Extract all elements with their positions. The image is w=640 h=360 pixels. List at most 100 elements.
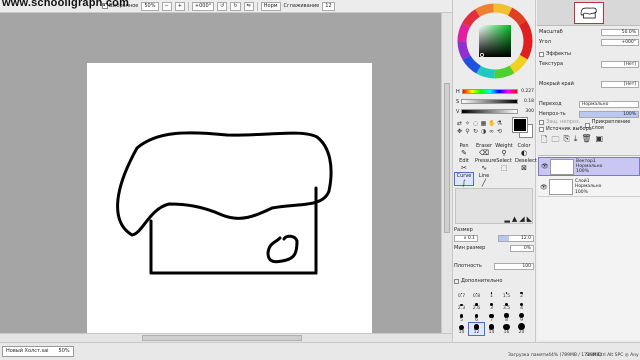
density-field[interactable]: 100 — [494, 262, 534, 270]
navigator-thumbnail[interactable] — [574, 2, 604, 24]
merge-icon[interactable]: ⤓ — [574, 134, 578, 148]
eyedropper-icon[interactable]: ⚗ — [496, 120, 503, 127]
tool-eraser[interactable]: Eraser ⌫ — [474, 142, 494, 157]
advanced-checkbox[interactable] — [454, 278, 459, 284]
zoom-in-button[interactable]: + — [174, 1, 185, 11]
min-size-field[interactable]: 0% — [510, 244, 534, 252]
tool-pressure[interactable]: Pressure ∿ — [474, 157, 496, 172]
blend-mode-row[interactable]: Переход Нормально — [539, 100, 639, 108]
wet-edge-row[interactable]: Мокрый край [Нет] — [539, 80, 639, 88]
advanced-toggle[interactable]: Дополнительно — [454, 277, 534, 285]
saturation-bar[interactable] — [461, 99, 519, 104]
rotate-left-button[interactable]: ↺ — [217, 1, 228, 11]
stabilizer-field[interactable]: 12 — [322, 1, 335, 11]
nav-arrow-icon[interactable]: ⟲ — [496, 128, 503, 135]
canvas-paper[interactable] — [87, 63, 372, 333]
brush-size-preset[interactable]: 2 — [514, 287, 529, 299]
brush-size-field[interactable]: 12.0 — [498, 234, 534, 242]
brush-size-preset[interactable]: 0.8 — [469, 287, 484, 299]
brush-size-preset[interactable]: 0.7 — [454, 287, 469, 299]
navigator-preview[interactable] — [537, 0, 640, 26]
bucket-icon[interactable]: ◑ — [480, 128, 487, 135]
horizontal-scrollbar[interactable] — [0, 333, 452, 342]
brush-size-preset[interactable]: 20 — [514, 323, 529, 335]
magic-wand-icon[interactable]: ✧ — [464, 120, 471, 127]
protect-opacity-checkbox[interactable] — [539, 119, 544, 125]
layer-item-layer1[interactable]: 👁 Слой1 Нормально 100% — [538, 178, 640, 197]
blend-mode-select[interactable]: Нормально — [579, 100, 639, 108]
brush-size-preset[interactable]: 16 — [499, 323, 514, 335]
hand-icon[interactable]: ✋ — [488, 120, 495, 127]
texture-field[interactable]: [Нет] — [601, 60, 639, 68]
shape-hard-icon[interactable]: ◣ — [527, 215, 532, 223]
effects-header[interactable]: Эффекты — [539, 51, 571, 57]
transparent-icon[interactable]: ▦ — [480, 120, 487, 127]
delete-layer-icon[interactable]: 🗑 — [581, 134, 591, 148]
angle-field-nav[interactable]: +000° — [601, 38, 639, 46]
hue-slider[interactable]: H 0.227 — [456, 88, 534, 95]
wet-edge-field[interactable]: [Нет] — [601, 80, 639, 88]
hue-bar[interactable] — [461, 89, 519, 94]
texture-row[interactable]: Текстура [Нет] — [539, 60, 639, 68]
brush-size-preset[interactable]: 5 — [454, 311, 469, 323]
brush-size-preset[interactable]: 1 — [484, 287, 499, 299]
rotate-right-button[interactable]: ↻ — [230, 1, 241, 11]
zoom-out-button[interactable]: − — [161, 1, 172, 11]
rotate-icon[interactable]: ↻ — [472, 128, 479, 135]
min-size-row[interactable]: Мин размер 0% — [454, 244, 534, 252]
new-folder-icon[interactable]: 🗀 — [551, 134, 559, 148]
swap-icon[interactable]: ⇄ — [456, 120, 463, 127]
brush-size-preset[interactable]: 1.5 — [499, 287, 514, 299]
horizontal-scroll-thumb[interactable] — [142, 335, 302, 341]
color-wheel-graphic[interactable] — [457, 3, 533, 79]
layer-item-vector1[interactable]: 👁 Вектор1 Нормально 100% — [538, 157, 640, 176]
brush-size-preset[interactable]: 14 — [484, 323, 499, 335]
foreground-color-swatch[interactable] — [512, 117, 528, 133]
brush-size-row[interactable]: Размер — [454, 226, 534, 234]
move-icon[interactable]: ✥ — [456, 128, 463, 135]
angle-field[interactable]: +000° — [191, 1, 215, 11]
tool-pen[interactable]: Pen ✎ — [454, 142, 474, 157]
shape-flat-icon[interactable]: ▂ — [504, 215, 509, 223]
norm-button[interactable]: Норм — [260, 1, 281, 11]
new-layer-icon[interactable]: 🗋 — [541, 134, 547, 148]
brush-size-preset[interactable]: 2.3 — [454, 299, 469, 311]
angle-row[interactable]: Угол +000° — [539, 38, 639, 46]
tool-line[interactable]: Line ╱ — [474, 172, 494, 187]
tool-select[interactable]: Select ⬚ — [494, 157, 514, 172]
canvas-area[interactable] — [0, 13, 441, 333]
zoom-icon[interactable]: ⚲ — [464, 128, 471, 135]
brush-size-preset[interactable]: 3.5 — [499, 299, 514, 311]
brush-size-multiplier[interactable]: x 0.1 — [454, 234, 478, 242]
value-slider[interactable]: V 300 — [456, 108, 534, 115]
scale-field[interactable]: 50.0% — [601, 28, 639, 36]
scale-row[interactable]: Масштаб 50.0% — [539, 28, 639, 36]
tool-deselect[interactable]: Deselect ⊠ — [514, 157, 537, 172]
brush-size-preset[interactable]: 10 — [454, 323, 469, 335]
protect-opacity-toggle[interactable]: Защ. непроз. — [539, 119, 580, 125]
opacity-row[interactable]: Непроз-ть 100% — [539, 110, 639, 118]
clip-layer-toggle[interactable]: Прикрепление слоя — [585, 119, 640, 131]
value-bar[interactable] — [461, 109, 519, 114]
mask-icon[interactable]: ▣ — [596, 134, 604, 148]
vertical-scrollbar[interactable] — [441, 13, 452, 333]
brush-size-preset[interactable]: 3 — [484, 299, 499, 311]
shape-round-icon[interactable]: ▲ — [512, 215, 517, 223]
tool-curve[interactable]: Curve ∫ — [454, 172, 474, 187]
brush-size-preset[interactable]: 4 — [514, 299, 529, 311]
brush-size-value-row[interactable]: x 0.1 12.0 — [454, 234, 534, 242]
flip-button[interactable]: ⇋ — [243, 1, 254, 11]
brush-size-preset[interactable]: 9 — [514, 311, 529, 323]
document-tab[interactable]: Новый Холст.sai 50% — [2, 346, 74, 357]
binoculars-icon[interactable]: ∞ — [488, 128, 495, 135]
saturation-slider[interactable]: S 0.18 — [456, 98, 534, 105]
selection-source-toggle[interactable]: Источник выбора — [539, 126, 592, 132]
opacity-field[interactable]: 100% — [579, 110, 639, 118]
brush-size-preset[interactable]: 2.6 — [469, 299, 484, 311]
lasso-icon[interactable]: ◌ — [472, 120, 479, 127]
tool-weight[interactable]: Weight ⚲ — [494, 142, 514, 157]
effects-checkbox[interactable] — [539, 51, 544, 57]
eye-icon[interactable]: 👁 — [541, 163, 549, 170]
copy-layer-icon[interactable]: ⎘ — [563, 134, 569, 148]
zoom-field[interactable]: 50% — [141, 1, 159, 11]
